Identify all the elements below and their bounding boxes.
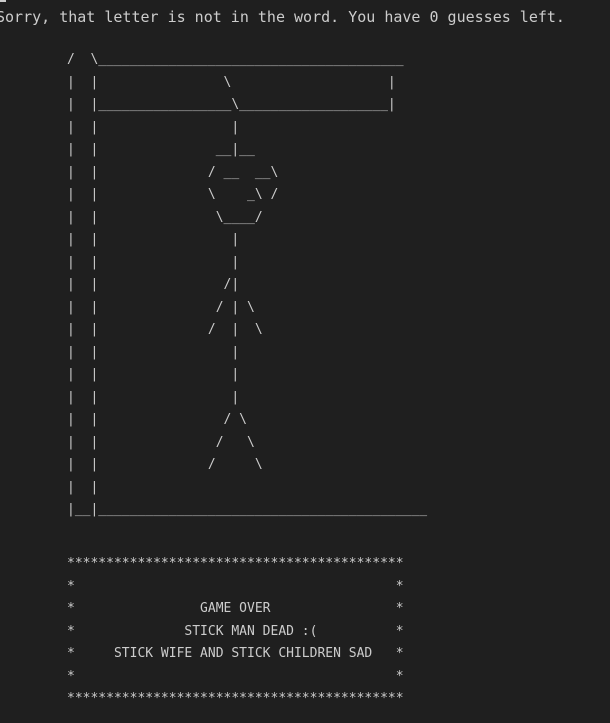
game-over-box: ****************************************… <box>67 556 404 706</box>
hangman-ascii-art: / \_____________________________________… <box>67 52 428 517</box>
cursor-mark <box>0 0 6 2</box>
status-message: Sorry, that letter is not in the word. Y… <box>0 8 565 26</box>
terminal-output: Sorry, that letter is not in the word. Y… <box>0 0 610 723</box>
